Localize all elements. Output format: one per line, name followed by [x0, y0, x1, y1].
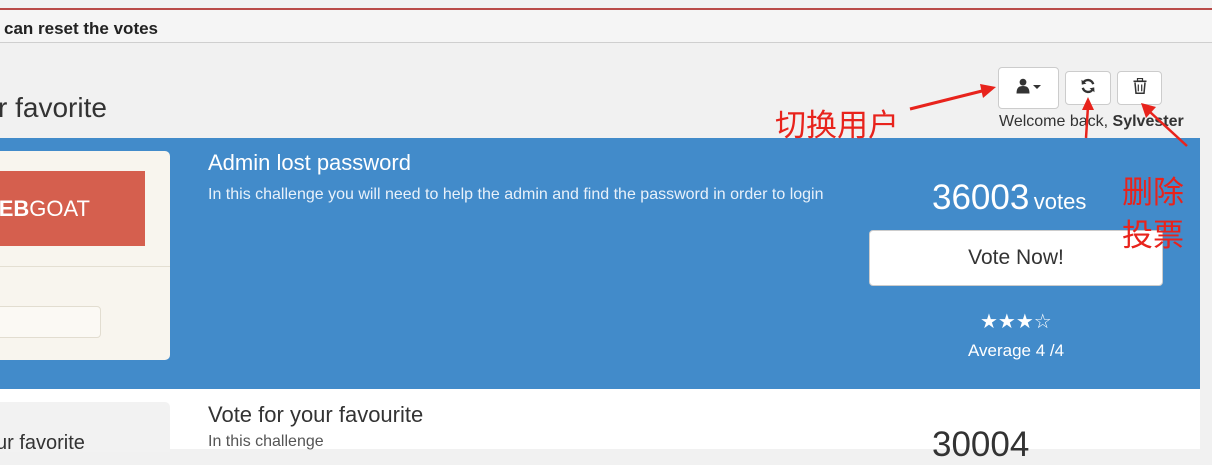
vote-count-2: 30004: [932, 425, 1030, 464]
logo-text: GOAT: [29, 195, 90, 221]
annotation-delete-votes-line1: 删除: [1122, 175, 1184, 210]
switch-user-button[interactable]: [998, 67, 1059, 109]
page-title: r favorite: [0, 92, 107, 123]
thumbnail-input-field: [0, 306, 101, 338]
annotation-delete-votes-line2: 投票: [1122, 218, 1184, 253]
annotation-switch-user: 切换用户: [775, 108, 899, 143]
vote-count-number: 36003: [932, 178, 1030, 217]
info-banner: can reset the votes: [0, 10, 1212, 43]
challenge-title-2[interactable]: Vote for your favourite: [208, 402, 423, 428]
vote-count: 36003 votes: [932, 178, 1086, 218]
thumbnail-divider: [0, 266, 170, 267]
welcome-message: Welcome back, Sylvester: [999, 113, 1184, 131]
refresh-icon: [1080, 78, 1096, 99]
logo-bold-text: EB: [0, 195, 30, 221]
star-rating-icons[interactable]: ★★★☆: [980, 309, 1052, 334]
challenge-description: In this challenge you will need to help …: [208, 186, 824, 203]
vote-count-label: votes: [1033, 189, 1087, 214]
welcome-prefix: Welcome back,: [999, 113, 1113, 130]
trash-icon: [1133, 77, 1147, 99]
refresh-button[interactable]: [1065, 71, 1111, 105]
delete-votes-button[interactable]: [1117, 71, 1162, 105]
thumbnail-2-text: ur favorite: [0, 432, 85, 454]
vote-now-button[interactable]: Vote Now!: [869, 230, 1163, 286]
challenge-description-2: In this challenge: [208, 433, 324, 450]
webgoat-logo: EB GOAT: [0, 171, 145, 246]
average-rating: Average 4 /4: [968, 341, 1065, 360]
banner-text: can reset the votes: [4, 19, 159, 38]
challenge-title[interactable]: Admin lost password: [208, 150, 411, 176]
arrow-to-user-button: [909, 84, 996, 111]
user-icon: [1016, 78, 1042, 99]
username: Sylvester: [1112, 113, 1184, 130]
